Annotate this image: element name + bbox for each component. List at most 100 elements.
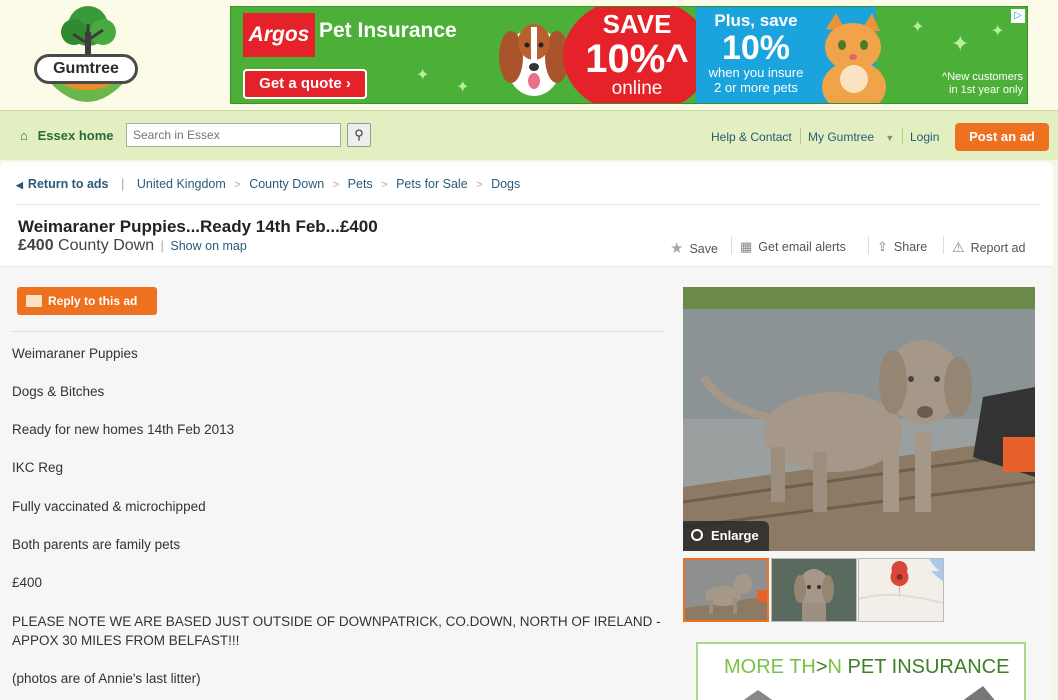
plus-save-text-2: 2 or more pets: [714, 80, 798, 95]
new-customers-l2: in 1st year only: [949, 84, 1023, 96]
action-divider: [731, 236, 732, 254]
breadcrumb-separator: >: [234, 179, 241, 191]
reply-label: Reply to this ad: [48, 294, 138, 308]
save-label: Save: [689, 242, 718, 256]
home-label: Essex home: [37, 128, 114, 143]
breadcrumb-pets-for-sale[interactable]: Pets for Sale: [396, 177, 468, 191]
star-icon: ✦: [991, 23, 1005, 40]
report-ad-button[interactable]: ⚠ Report ad: [952, 239, 1025, 256]
nav-divider: [800, 128, 801, 144]
action-divider: [868, 236, 869, 254]
search-icon: ⚲: [354, 127, 364, 142]
breadcrumb-county-down[interactable]: County Down: [249, 177, 324, 191]
plus-save-percent: 10%: [721, 29, 791, 67]
my-gumtree-link[interactable]: My Gumtree ▼: [808, 130, 894, 144]
breadcrumb-pipe: |: [120, 176, 125, 191]
description-line: IKC Reg: [12, 460, 64, 475]
ad-title: Weimaraner Puppies...Ready 14th Feb...£4…: [18, 217, 378, 236]
main-content: ◀ Return to ads | United Kingdom > County…: [0, 162, 1053, 700]
share-label: Share: [893, 240, 928, 254]
login-link[interactable]: Login: [910, 130, 939, 144]
post-ad-button[interactable]: Post an ad: [955, 123, 1049, 151]
nav-bar: ⌂ Essex home ⚲ Help & Contact My Gumtree…: [0, 110, 1058, 160]
puppy-thumbnail: [685, 560, 767, 620]
home-link[interactable]: ⌂ Essex home: [20, 128, 114, 143]
map-thumbnail[interactable]: [858, 558, 944, 622]
chevron-down-icon: ▼: [885, 133, 895, 143]
divider: [12, 331, 664, 332]
ad-price: £400: [18, 237, 54, 254]
plus-save-label: Plus, save: [714, 11, 798, 30]
gumtree-logo[interactable]: Gumtree: [30, 4, 145, 114]
description-line: Weimaraner Puppies: [12, 346, 138, 361]
map-pin-icon: [859, 559, 943, 621]
new-customers-note: ^New customers in 1st year only: [913, 71, 1023, 97]
save-label: SAVE: [602, 9, 672, 39]
return-to-ads-link[interactable]: ◀ Return to ads: [16, 177, 108, 191]
share-button[interactable]: ⇪ Share: [877, 239, 927, 255]
search-button[interactable]: ⚲: [347, 123, 371, 147]
enlarge-label: Enlarge: [711, 528, 759, 543]
magnifier-icon: [691, 529, 703, 541]
thumbnail-2[interactable]: [771, 558, 857, 622]
argos-banner-ad[interactable]: ✦ ✦ ✦ ✦ ✦ Argos Pet Insurance Get a quot…: [230, 6, 1028, 104]
star-icon: ✦: [951, 31, 970, 56]
nav-divider: [902, 128, 903, 144]
ins-ad-more: MORE TH: [724, 656, 816, 678]
ad-price-location: £400 County Down | Show on map: [18, 237, 247, 255]
save-10-online-badge: SAVE 10%^ online: [563, 7, 711, 103]
save-button[interactable]: ★ Save: [670, 239, 718, 257]
reply-button[interactable]: Reply to this ad: [17, 287, 157, 315]
logo-text: Gumtree: [34, 54, 138, 84]
save-percent: 10%^: [585, 37, 689, 81]
ins-ad-rest: PET INSURANCE: [842, 656, 1010, 678]
mail-icon: [26, 295, 42, 307]
my-gumtree-label: My Gumtree: [808, 130, 875, 144]
enlarge-button[interactable]: Enlarge: [683, 521, 769, 551]
breadcrumb-separator: >: [381, 179, 388, 191]
thumbnail-1[interactable]: [683, 558, 769, 622]
animal-ears-image: [743, 686, 995, 700]
report-label: Report ad: [970, 241, 1026, 255]
plus-save-text-1: when you insure: [708, 65, 804, 80]
description-line: Fully vaccinated & microchipped: [12, 499, 206, 514]
new-customers-l1: ^New customers: [942, 71, 1023, 83]
email-alerts-button[interactable]: ▦ Get email alerts: [740, 239, 846, 255]
description-line: Dogs & Bitches: [12, 384, 105, 399]
breadcrumb: ◀ Return to ads | United Kingdom > County…: [16, 176, 520, 191]
star-icon: ★: [670, 240, 684, 257]
puppy-thumbnail: [772, 559, 856, 621]
return-label: Return to ads: [27, 177, 109, 191]
main-photo[interactable]: Enlarge: [683, 287, 1035, 551]
puppy-image: [683, 287, 1035, 551]
pipe-divider: |: [160, 238, 164, 253]
cat-image: [822, 13, 886, 103]
help-contact-link[interactable]: Help & Contact: [711, 130, 792, 144]
chevron-left-icon: ◀: [16, 180, 23, 190]
divider: [16, 204, 1041, 205]
pet-insurance-ad[interactable]: MORE TH>N PET INSURANCE: [696, 642, 1026, 700]
star-icon: ✦: [911, 19, 925, 36]
description-line: Both parents are family pets: [12, 537, 181, 552]
ins-ad-text: MORE TH>N PET INSURANCE: [724, 656, 1009, 679]
save-online: online: [611, 78, 663, 99]
star-icon: ✦: [416, 67, 430, 84]
breadcrumb-united-kingdom[interactable]: United Kingdom: [137, 177, 226, 191]
home-icon: ⌂: [20, 128, 28, 143]
star-icon: ✦: [456, 79, 470, 96]
breadcrumb-dogs[interactable]: Dogs: [491, 177, 520, 191]
description-line: Ready for new homes 14th Feb 2013: [12, 422, 235, 437]
search-input[interactable]: [126, 123, 341, 147]
show-on-map-link[interactable]: Show on map: [170, 239, 246, 253]
alerts-label: Get email alerts: [758, 240, 846, 254]
ins-ad-n: N: [827, 656, 842, 678]
get-quote-button[interactable]: Get a quote ›: [243, 69, 367, 99]
breadcrumb-separator: >: [332, 179, 340, 191]
breadcrumb-separator: >: [476, 179, 483, 191]
breadcrumb-pets[interactable]: Pets: [348, 177, 373, 191]
ad-location: County Down: [58, 237, 155, 254]
argos-logo: Argos: [243, 13, 315, 57]
share-icon: ⇪: [877, 239, 888, 254]
ad-info-icon[interactable]: ▷: [1011, 9, 1025, 23]
action-divider: [943, 236, 944, 254]
